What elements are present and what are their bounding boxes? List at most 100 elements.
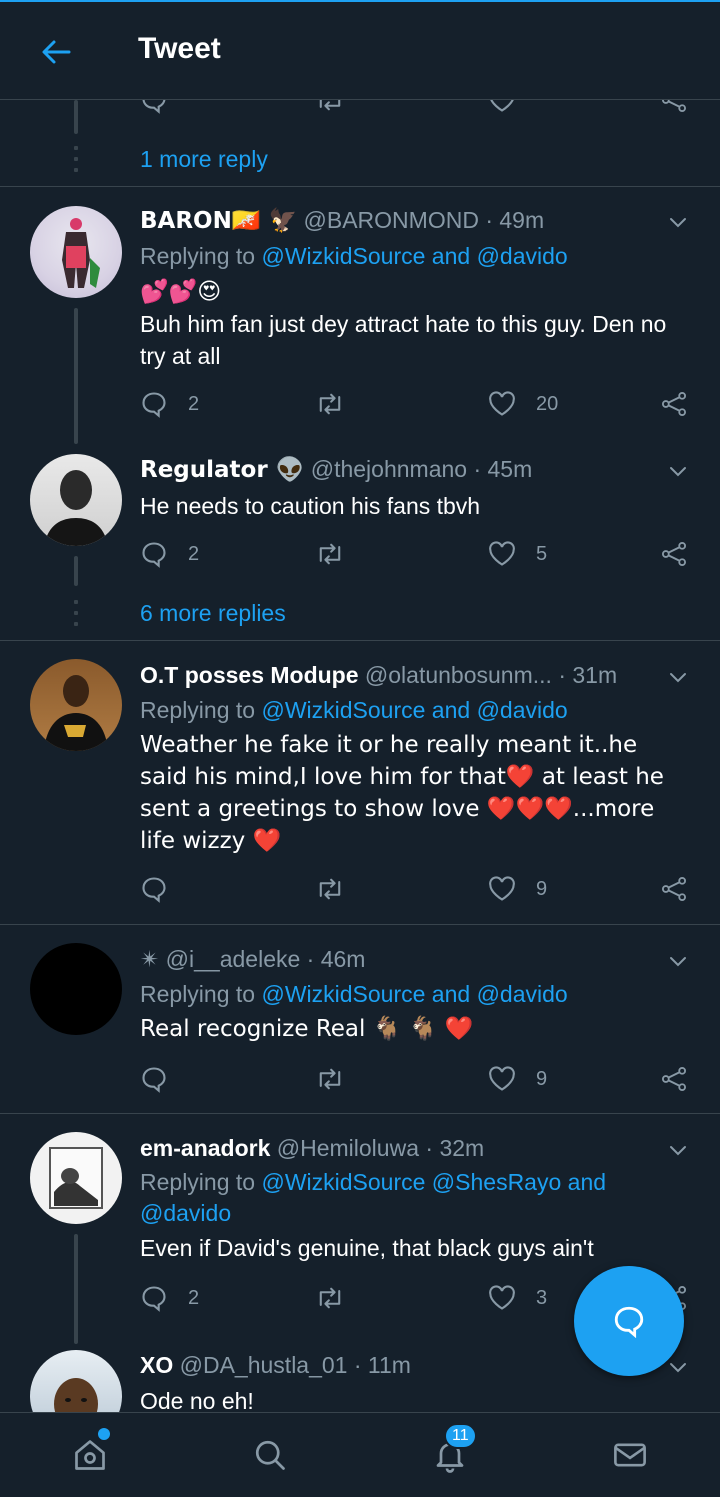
reply-icon xyxy=(142,392,166,418)
retweet-icon[interactable] xyxy=(315,100,345,116)
timestamp: · 49m xyxy=(485,207,545,233)
retweet-icon xyxy=(319,878,341,900)
user-handle[interactable]: @thejohnmano xyxy=(311,456,467,482)
display-name[interactable]: ✴ xyxy=(140,947,159,973)
reply-button[interactable] xyxy=(140,1063,168,1095)
thread-line xyxy=(74,1234,78,1344)
avatar[interactable] xyxy=(30,1350,122,1412)
display-name[interactable]: O.T posses Modupe xyxy=(140,662,359,688)
user-handle[interactable]: @olatunbosunm... xyxy=(365,662,552,688)
display-name[interactable]: XO xyxy=(140,1352,173,1378)
retweet-button[interactable] xyxy=(315,1063,345,1095)
search-icon[interactable] xyxy=(250,1435,290,1475)
reply-button[interactable]: 2 xyxy=(140,388,199,420)
back-arrow-icon[interactable] xyxy=(36,32,76,72)
chevron-down-icon[interactable] xyxy=(666,210,690,234)
notifications-badge: 11 xyxy=(444,1423,477,1449)
retweet-button[interactable] xyxy=(315,538,345,570)
timestamp: · 46m xyxy=(306,946,366,972)
thread-line xyxy=(74,556,78,586)
like-button[interactable]: 9 xyxy=(488,873,547,905)
thread-dots xyxy=(74,146,78,179)
retweet-button[interactable] xyxy=(315,1282,345,1314)
tweet-item[interactable]: Regulator 👽 @thejohnmano · 45m He needs … xyxy=(0,452,720,640)
reply-icon xyxy=(142,1067,166,1093)
tweet-text: Buh him fan just dey attract hate to thi… xyxy=(140,311,667,369)
retweet-icon xyxy=(319,1068,341,1090)
avatar[interactable] xyxy=(30,659,122,751)
share-icon xyxy=(661,1066,687,1092)
avatar[interactable] xyxy=(30,1132,122,1224)
tweet-item[interactable]: O.T posses Modupe @olatunbosunm... · 31m… xyxy=(0,641,720,924)
reply-count: 2 xyxy=(188,392,200,415)
compose-reply-button[interactable] xyxy=(574,1266,684,1376)
share-button[interactable] xyxy=(660,388,688,420)
top-bar: Tweet xyxy=(0,0,720,100)
share-icon xyxy=(661,876,687,902)
like-icon xyxy=(489,876,515,901)
messages-mail-icon[interactable] xyxy=(610,1435,650,1475)
share-icon[interactable] xyxy=(660,100,688,116)
reply-button[interactable] xyxy=(140,873,168,905)
more-replies-link[interactable]: 6 more replies xyxy=(140,600,286,627)
share-button[interactable] xyxy=(660,873,688,905)
retweet-button[interactable] xyxy=(315,873,345,905)
like-count: 3 xyxy=(536,1286,548,1309)
more-replies-link[interactable]: 1 more reply xyxy=(140,146,268,173)
home-icon[interactable] xyxy=(70,1435,110,1475)
timestamp: · 31m xyxy=(558,662,618,688)
tweet-item[interactable]: BARON🇧🇹 🦅 @BARONMOND · 49m Replying to @… xyxy=(0,186,720,452)
user-handle[interactable]: @BARONMOND xyxy=(304,207,479,233)
reply-icon xyxy=(142,1286,166,1312)
display-name[interactable]: Regulator 👽 xyxy=(140,457,304,483)
like-button[interactable]: 20 xyxy=(488,388,558,420)
retweet-icon xyxy=(319,393,341,415)
replying-to-users[interactable]: @WizkidSource and @davido xyxy=(261,243,567,269)
replying-to-users[interactable]: @WizkidSource and @davido xyxy=(261,981,567,1007)
chevron-down-icon[interactable] xyxy=(666,1138,690,1162)
thread-dots xyxy=(74,600,78,633)
tweet-text: Even if David's genuine, that black guys… xyxy=(140,1235,594,1261)
avatar[interactable] xyxy=(30,943,122,1035)
user-handle[interactable]: @DA_hustla_01 xyxy=(180,1352,348,1378)
tweet-text: Weather he fake it or he really meant it… xyxy=(140,732,664,854)
like-button[interactable]: 3 xyxy=(488,1282,547,1314)
like-icon xyxy=(489,541,515,566)
avatar[interactable] xyxy=(30,206,122,298)
tweet-text: 💕💕😍 xyxy=(140,279,222,305)
replying-to-users[interactable]: @WizkidSource and @davido xyxy=(261,697,567,723)
display-name[interactable]: BARON🇧🇹 🦅 xyxy=(140,208,297,234)
replying-to-label: Replying to xyxy=(140,697,256,723)
reply-button[interactable]: 2 xyxy=(140,1282,199,1314)
like-button[interactable]: 5 xyxy=(488,538,547,570)
share-button[interactable] xyxy=(660,538,688,570)
share-button[interactable] xyxy=(660,1063,688,1095)
replying-to-label: Replying to xyxy=(140,243,256,269)
reply-button[interactable]: 2 xyxy=(140,538,199,570)
thread-line xyxy=(74,308,78,444)
reply-icon xyxy=(142,877,166,903)
reply-icon xyxy=(142,542,166,568)
reply-feed[interactable]: 1 more reply BARON🇧🇹 🦅 @BARONMOND · 49m … xyxy=(0,100,720,1412)
chevron-down-icon[interactable] xyxy=(666,665,690,689)
display-name[interactable]: em-anadork xyxy=(140,1135,270,1161)
tweet-text: Real recognize Real 🐐 🐐 ❤️ xyxy=(140,1016,474,1042)
chevron-down-icon[interactable] xyxy=(666,459,690,483)
like-icon[interactable] xyxy=(488,100,516,116)
tweet-actions: 2 5 xyxy=(140,538,700,570)
avatar[interactable] xyxy=(30,454,122,546)
reply-icon[interactable] xyxy=(140,100,168,116)
like-count: 9 xyxy=(536,877,548,900)
timestamp: · 45m xyxy=(473,456,533,482)
user-handle[interactable]: @Hemiloluwa xyxy=(277,1135,419,1161)
tweet-item[interactable]: ✴ @i__adeleke · 46m Replying to @WizkidS… xyxy=(0,925,720,1113)
like-button[interactable]: 9 xyxy=(488,1063,547,1095)
chevron-down-icon[interactable] xyxy=(666,1355,690,1379)
tweet-text: He needs to caution his fans tbvh xyxy=(140,493,481,519)
home-unread-dot xyxy=(98,1428,110,1440)
chevron-down-icon[interactable] xyxy=(666,949,690,973)
retweet-button[interactable] xyxy=(315,388,345,420)
timestamp: · 32m xyxy=(425,1135,485,1161)
user-handle[interactable]: @i__adeleke xyxy=(166,946,301,972)
replying-to-label: Replying to xyxy=(140,1169,256,1195)
